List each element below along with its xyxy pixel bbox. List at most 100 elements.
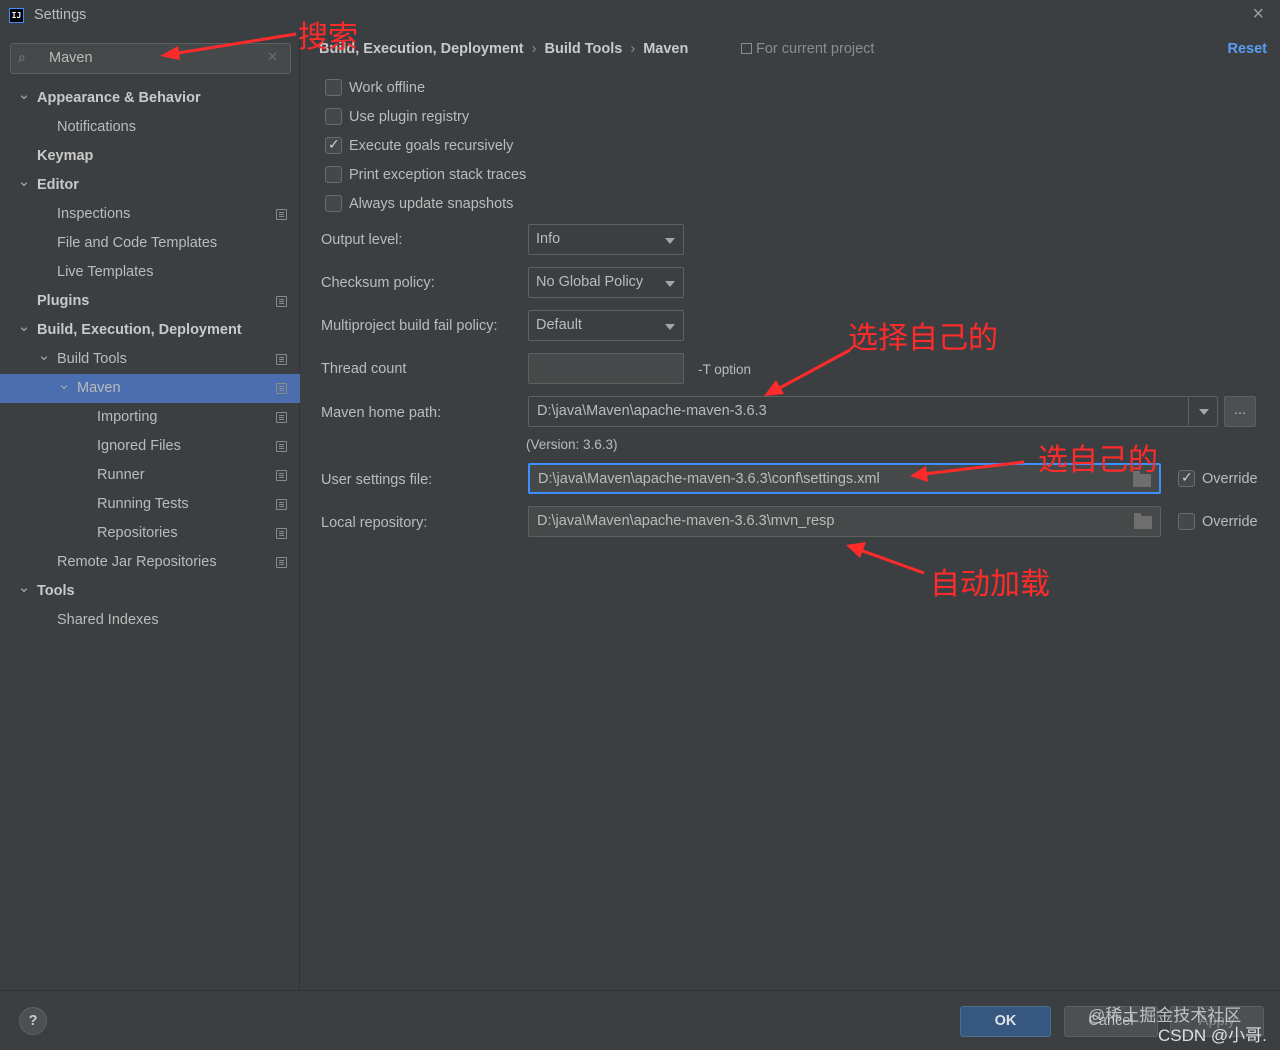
chevron-down-icon[interactable]: ⌄ xyxy=(17,171,31,193)
checkbox-label: Execute goals recursively xyxy=(349,138,514,154)
thread-count-label: Thread count xyxy=(321,361,407,377)
override-label: Override xyxy=(1202,514,1258,530)
option-checkbox[interactable]: Print exception stack traces xyxy=(325,166,526,186)
tree-item-label: Remote Jar Repositories xyxy=(57,554,217,570)
checkbox-unchecked[interactable] xyxy=(325,79,342,96)
checksum-policy-label: Checksum policy: xyxy=(321,275,435,291)
intellij-app-icon: IJ xyxy=(9,8,24,23)
tree-item[interactable]: Importing xyxy=(0,403,300,432)
thread-count-input[interactable] xyxy=(528,353,684,384)
checkbox-unchecked[interactable] xyxy=(1178,513,1195,530)
tree-item-label: Ignored Files xyxy=(97,438,181,454)
chevron-down-icon[interactable]: ⌄ xyxy=(17,316,31,338)
tree-item[interactable]: Plugins xyxy=(0,287,300,316)
local-repository-label: Local repository: xyxy=(321,515,428,531)
tree-item[interactable]: Repositories xyxy=(0,519,300,548)
local-repository-input[interactable]: D:\java\Maven\apache-maven-3.6.3\mvn_res… xyxy=(528,506,1161,537)
project-scope-icon xyxy=(276,412,287,423)
tree-item-label: Live Templates xyxy=(57,264,154,280)
checkbox-unchecked[interactable] xyxy=(325,108,342,125)
option-checkbox[interactable]: Always update snapshots xyxy=(325,195,513,215)
maven-version-label: (Version: 3.6.3) xyxy=(526,437,618,452)
checkbox-checked[interactable] xyxy=(1178,469,1195,487)
tree-item-label: Inspections xyxy=(57,206,131,222)
tree-item[interactable]: Running Tests xyxy=(0,490,300,519)
tree-item[interactable]: Shared Indexes xyxy=(0,606,300,635)
tree-item[interactable]: ⌄ Maven xyxy=(0,374,300,403)
chevron-down-icon[interactable]: ⌄ xyxy=(37,345,51,367)
tree-item-label: Importing xyxy=(97,409,158,425)
local-repository-value: D:\java\Maven\apache-maven-3.6.3\mvn_res… xyxy=(537,513,835,529)
clear-search-icon[interactable]: ✕ xyxy=(267,49,278,65)
option-checkbox[interactable]: Use plugin registry xyxy=(325,108,469,128)
help-button[interactable]: ? xyxy=(19,1007,47,1035)
search-input[interactable]: ⌕ Maven ✕ xyxy=(10,43,291,74)
project-scope-icon xyxy=(276,383,287,394)
multiproject-policy-value: Default xyxy=(536,317,582,333)
close-icon[interactable]: × xyxy=(1252,3,1264,26)
tree-item[interactable]: Keymap xyxy=(0,142,300,171)
tree-item[interactable]: ⌄ Editor xyxy=(0,171,300,200)
checkbox-unchecked[interactable] xyxy=(325,195,342,212)
reset-link[interactable]: Reset xyxy=(1228,41,1268,57)
folder-icon[interactable] xyxy=(1134,513,1152,529)
tree-item-label: Appearance & Behavior xyxy=(37,90,201,106)
maven-home-combo[interactable]: D:\java\Maven\apache-maven-3.6.3 xyxy=(528,396,1218,427)
t-option-hint: -T option xyxy=(698,362,752,377)
tree-item[interactable]: Ignored Files xyxy=(0,432,300,461)
tree-item[interactable]: Inspections xyxy=(0,200,300,229)
tree-item-label: Build Tools xyxy=(57,351,127,367)
tree-item[interactable]: ⌄ Build, Execution, Deployment xyxy=(0,316,300,345)
checksum-policy-combo[interactable]: No Global Policy xyxy=(528,267,684,298)
tree-item-label: Plugins xyxy=(37,293,90,309)
tree-item[interactable]: File and Code Templates xyxy=(0,229,300,258)
checkbox-checked[interactable] xyxy=(325,136,342,154)
chevron-down-icon[interactable]: ⌄ xyxy=(17,84,31,106)
tree-item[interactable]: Live Templates xyxy=(0,258,300,287)
checksum-policy-value: No Global Policy xyxy=(536,274,644,290)
window-title: Settings xyxy=(34,7,87,23)
tree-item[interactable]: ⌄ Build Tools xyxy=(0,345,300,374)
annotation-pick-own: 选自己的 xyxy=(1038,443,1158,478)
local-repository-override-checkbox[interactable]: Override xyxy=(1178,513,1258,533)
user-settings-override-checkbox[interactable]: Override xyxy=(1178,469,1258,490)
tree-item[interactable]: ⌄ Tools xyxy=(0,577,300,606)
multiproject-policy-combo[interactable]: Default xyxy=(528,310,684,341)
combo-divider xyxy=(1188,397,1189,426)
chevron-down-icon[interactable]: ⌄ xyxy=(17,577,31,599)
tree-item-label: File and Code Templates xyxy=(57,235,218,251)
breadcrumb-item[interactable]: Build Tools xyxy=(544,41,622,57)
project-scope-icon xyxy=(276,528,287,539)
tree-item[interactable]: Runner xyxy=(0,461,300,490)
scope-indicator: For current project xyxy=(741,41,874,57)
tree-item-label: Maven xyxy=(77,380,121,396)
settings-tree: ⌄ Appearance & Behavior Notifications Keyma… xyxy=(0,84,300,635)
option-checkbox[interactable]: Execute goals recursively xyxy=(325,136,514,157)
output-level-combo[interactable]: Info xyxy=(528,224,684,255)
annotation-auto-load: 自动加载 xyxy=(930,567,1050,602)
output-level-label: Output level: xyxy=(321,232,403,248)
project-scope-icon xyxy=(276,557,287,568)
chevron-down-icon[interactable]: ⌄ xyxy=(57,374,71,396)
maven-settings-panel: Build, Execution, Deployment › Build Tools… xyxy=(301,32,1280,990)
annotation-search: 搜索 xyxy=(298,20,358,55)
tree-item-label: Keymap xyxy=(37,148,94,164)
ok-button[interactable]: OK xyxy=(960,1006,1051,1037)
project-scope-icon xyxy=(276,470,287,481)
breadcrumb-separator: › xyxy=(630,41,636,57)
maven-home-value: D:\java\Maven\apache-maven-3.6.3 xyxy=(537,403,767,419)
tree-item[interactable]: Notifications xyxy=(0,113,300,142)
checkbox-label: Print exception stack traces xyxy=(349,167,527,183)
project-scope-icon xyxy=(276,441,287,452)
breadcrumb: Build, Execution, Deployment › Build Tools… xyxy=(319,41,688,57)
chevron-down-icon xyxy=(665,281,675,287)
tree-item-label: Runner xyxy=(97,467,145,483)
option-checkbox[interactable]: Work offline xyxy=(325,79,425,99)
browse-maven-home-button[interactable]: ... xyxy=(1224,396,1256,427)
settings-sidebar: ⌕ Maven ✕ ⌄ Appearance & Behavior Notifica… xyxy=(0,32,300,990)
checkbox-unchecked[interactable] xyxy=(325,166,342,183)
tree-item-label: Editor xyxy=(37,177,79,193)
tree-item-label: Repositories xyxy=(97,525,178,541)
tree-item[interactable]: ⌄ Appearance & Behavior xyxy=(0,84,300,113)
tree-item[interactable]: Remote Jar Repositories xyxy=(0,548,300,577)
